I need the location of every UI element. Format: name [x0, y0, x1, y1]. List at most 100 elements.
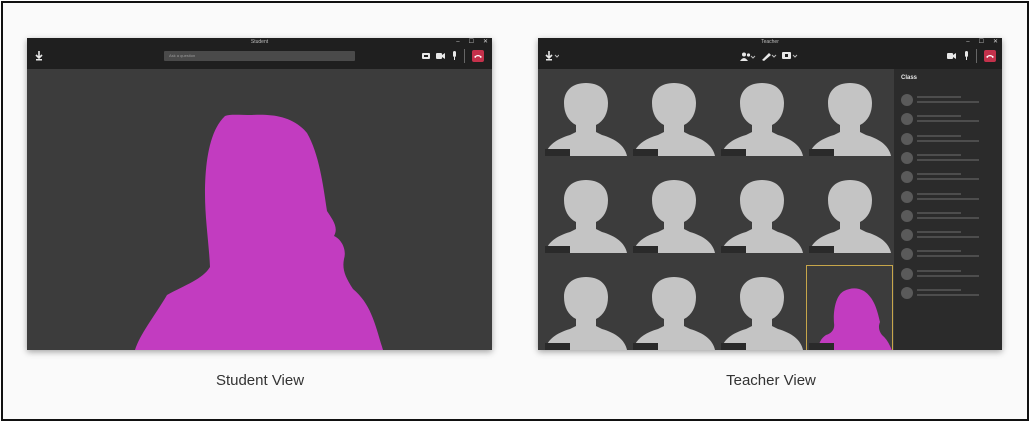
avatar: [901, 267, 913, 280]
name-tag: [721, 343, 746, 350]
participant-tile[interactable]: [630, 71, 717, 159]
participant-tile[interactable]: [718, 168, 805, 256]
avatar: [901, 113, 913, 126]
roster-name-placeholder: [917, 153, 961, 156]
roster-status-placeholder: [917, 274, 979, 277]
microphone-icon[interactable]: [451, 50, 457, 61]
roster-name-placeholder: [917, 269, 961, 272]
avatar: [901, 190, 913, 203]
avatar: [721, 83, 803, 156]
roster-name-placeholder: [917, 173, 961, 176]
search-placeholder: Ask a question: [169, 53, 196, 58]
raise-hand-icon[interactable]: [34, 50, 44, 62]
avatar: [809, 83, 891, 156]
pen-icon[interactable]: [761, 50, 777, 61]
roster-item[interactable]: [901, 229, 991, 243]
class-panel-title: Class: [901, 75, 918, 81]
participant-tile[interactable]: [806, 168, 893, 256]
roster-item[interactable]: [901, 209, 991, 224]
roster-item[interactable]: [901, 267, 991, 282]
student-window: Student – ☐ ✕ Ask a question: [27, 38, 492, 350]
roster-status-placeholder: [917, 139, 979, 142]
presenter-silhouette: [135, 114, 383, 350]
avatar: [901, 132, 913, 145]
minimize-button[interactable]: –: [966, 38, 969, 46]
roster-status-placeholder: [917, 294, 979, 296]
roster-item[interactable]: [901, 248, 991, 262]
roster-name-placeholder: [917, 134, 961, 137]
maximize-button[interactable]: ☐: [979, 38, 984, 46]
student-video-stage: [27, 69, 492, 350]
avatar: [901, 248, 913, 261]
name-tag: [809, 149, 834, 156]
participant-tile[interactable]: [542, 265, 629, 350]
participant-tile[interactable]: [542, 71, 629, 159]
maximize-button[interactable]: ☐: [469, 38, 474, 46]
teacher-window-title: Teacher: [761, 39, 779, 45]
avatar: [633, 180, 715, 253]
roster-name-placeholder: [917, 250, 961, 253]
hang-up-button[interactable]: [984, 50, 996, 62]
roster-name-placeholder: [917, 289, 961, 291]
participants-icon[interactable]: [740, 51, 756, 61]
participant-tile[interactable]: [542, 168, 629, 256]
roster-name-placeholder: [917, 231, 961, 234]
figure-frame: Student – ☐ ✕ Ask a question Teacher – ☐…: [1, 1, 1029, 421]
roster-name-placeholder: [917, 115, 961, 118]
search-input[interactable]: Ask a question: [164, 51, 355, 61]
avatar: [901, 151, 913, 164]
avatar: [633, 277, 715, 350]
share-icon[interactable]: [421, 52, 430, 60]
name-tag: [545, 246, 570, 253]
participant-tile[interactable]: [806, 71, 893, 159]
participant-tile-active[interactable]: [806, 265, 893, 350]
teacher-window: Teacher – ☐ ✕ Class: [538, 38, 1002, 350]
roster-status-placeholder: [917, 216, 979, 219]
class-panel: Class: [894, 69, 1002, 350]
roster-item[interactable]: [901, 190, 991, 205]
avatar: [901, 209, 913, 222]
close-button[interactable]: ✕: [993, 38, 998, 46]
name-tag: [721, 246, 746, 253]
participant-tile[interactable]: [718, 71, 805, 159]
roster-name-placeholder: [917, 96, 961, 98]
roster-item[interactable]: [901, 287, 991, 301]
name-tag: [633, 149, 658, 156]
avatar: [545, 83, 627, 156]
participant-tile[interactable]: [630, 168, 717, 256]
minimize-button[interactable]: –: [456, 38, 459, 46]
participant-tile[interactable]: [630, 265, 717, 350]
roster-item[interactable]: [901, 94, 991, 108]
roster-item[interactable]: [901, 132, 991, 147]
avatar: [721, 277, 803, 350]
hang-up-icon: [986, 55, 994, 58]
teacher-titlebar: Teacher – ☐ ✕: [538, 38, 1002, 69]
avatar: [545, 277, 627, 350]
avatar: [809, 180, 891, 253]
avatar: [901, 171, 913, 184]
student-window-title: Student: [250, 39, 269, 45]
avatar: [901, 287, 913, 299]
name-tag: [633, 343, 658, 350]
roster-item[interactable]: [901, 171, 991, 185]
close-button[interactable]: ✕: [483, 38, 488, 46]
whiteboard-icon[interactable]: [782, 51, 798, 60]
roster-item[interactable]: [901, 113, 991, 127]
raise-hand-icon[interactable]: [544, 50, 560, 62]
teacher-window-controls: – ☐ ✕: [966, 38, 998, 46]
microphone-icon[interactable]: [963, 50, 969, 61]
student-titlebar: Student – ☐ ✕ Ask a question: [27, 38, 492, 69]
name-tag: [545, 343, 570, 350]
participant-tile[interactable]: [718, 265, 805, 350]
camera-icon[interactable]: [435, 52, 445, 60]
roster-status-placeholder: [917, 197, 979, 200]
avatar: [901, 94, 913, 106]
avatar: [633, 83, 715, 156]
roster-status-placeholder: [917, 101, 979, 103]
teacher-view-caption: Teacher View: [726, 372, 816, 389]
hang-up-button[interactable]: [472, 50, 484, 62]
roster-item[interactable]: [901, 151, 991, 166]
camera-icon[interactable]: [946, 52, 956, 60]
name-tag: [809, 246, 834, 253]
name-tag: [809, 343, 834, 350]
